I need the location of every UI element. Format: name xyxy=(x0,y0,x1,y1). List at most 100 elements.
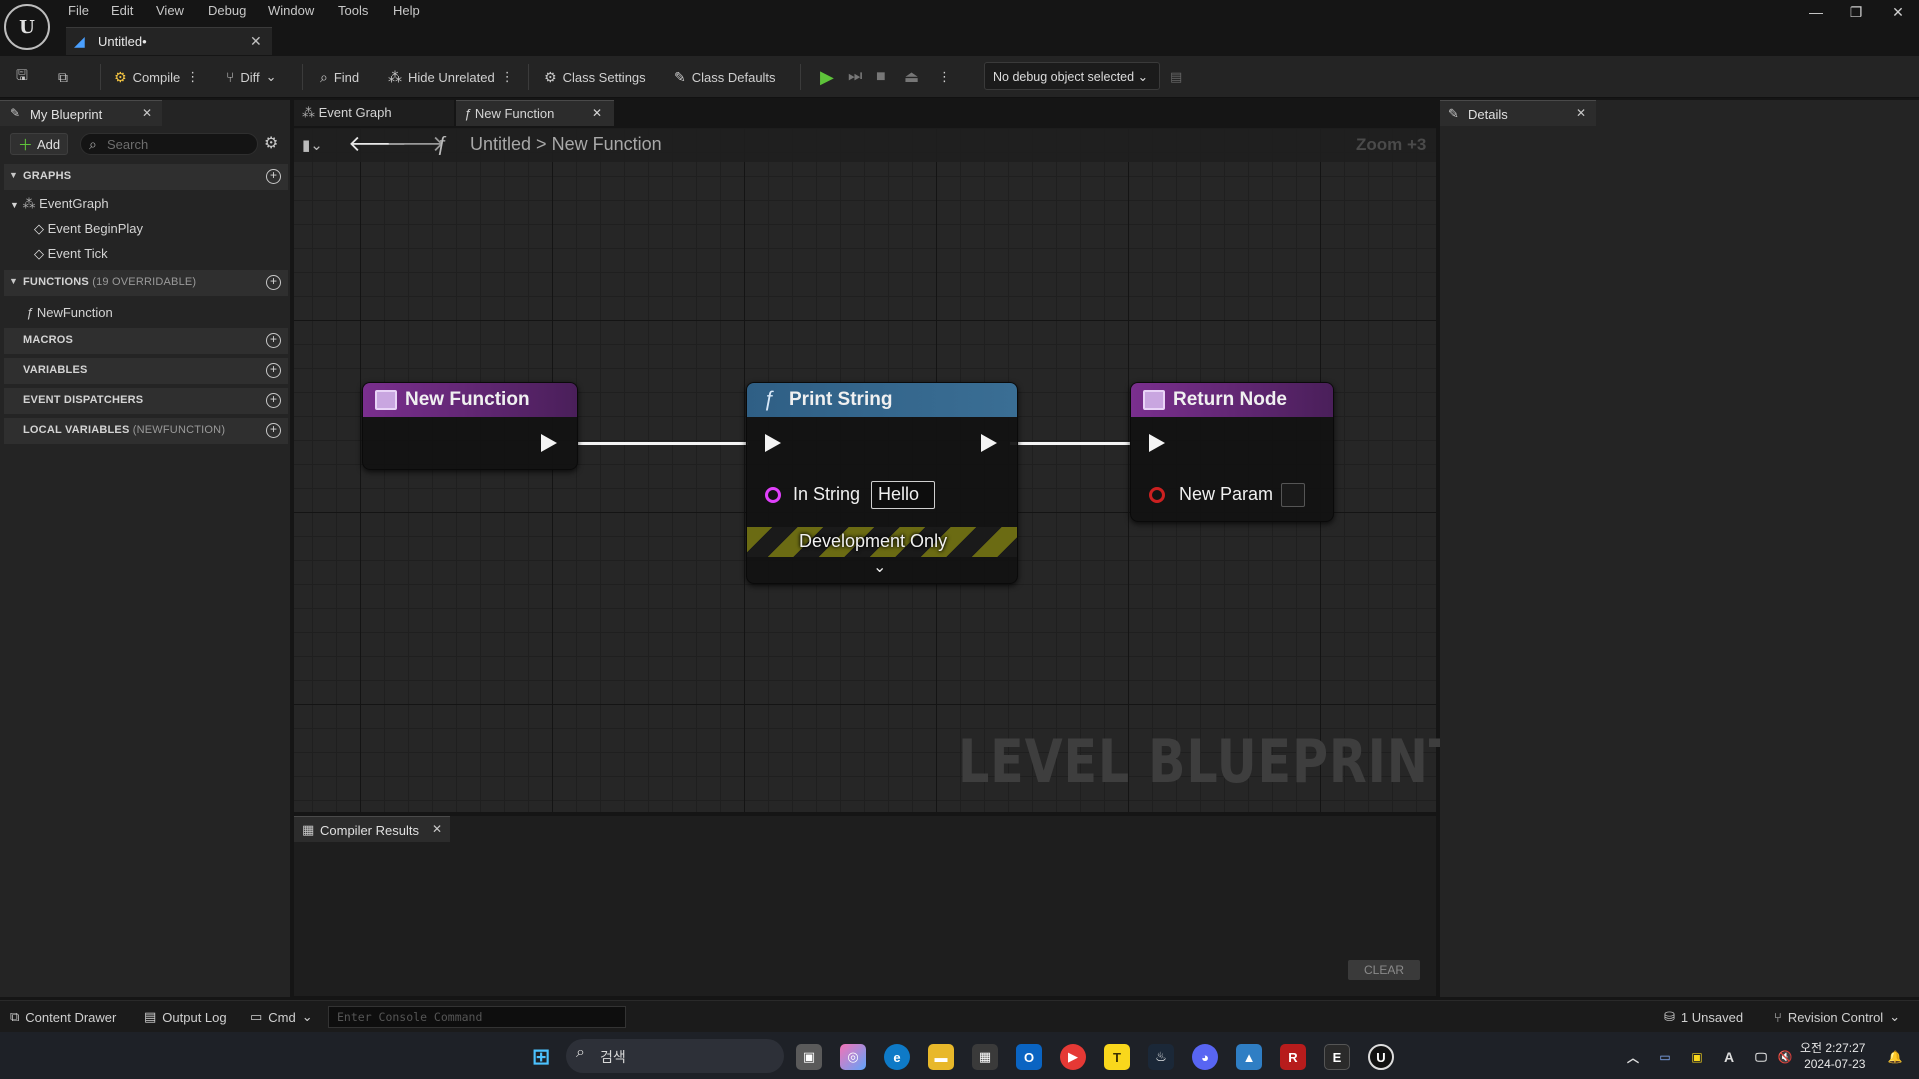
exec-output-pin-icon[interactable] xyxy=(541,434,557,452)
epic-games-icon[interactable]: E xyxy=(1324,1044,1350,1070)
step-button[interactable]: ⏭ xyxy=(848,66,862,88)
system-clock[interactable]: 오전 2:27:27 2024-07-23 xyxy=(1800,1040,1865,1072)
more-icon[interactable]: ⋮ xyxy=(501,69,514,85)
add-button[interactable]: ＋ Add xyxy=(10,133,68,155)
search-input[interactable]: ⌕ Search xyxy=(80,133,258,155)
exec-input-pin-icon[interactable] xyxy=(1149,434,1165,452)
hide-unrelated-button[interactable]: ⁂ Hide Unrelated ⋮ xyxy=(388,66,514,88)
unsaved-button[interactable]: ⛁ 1 Unsaved xyxy=(1664,1009,1743,1025)
class-settings-button[interactable]: ⚙ Class Settings xyxy=(544,66,646,88)
restore-button[interactable]: ❐ xyxy=(1836,0,1876,24)
photos-icon[interactable]: ▲ xyxy=(1236,1044,1262,1070)
task-view-icon[interactable]: ▣ xyxy=(796,1044,822,1070)
tab-new-function[interactable]: ƒ New Function ✕ xyxy=(456,100,614,126)
more-icon[interactable]: ⋮ xyxy=(186,69,199,85)
add-dispatcher-icon[interactable]: + xyxy=(266,393,281,408)
in-string-input[interactable]: Hello xyxy=(871,481,935,509)
tab-compiler-results[interactable]: ▦ Compiler Results ✕ xyxy=(294,816,450,842)
bookmark-icon[interactable]: ▮⌄ xyxy=(302,136,323,154)
new-param-checkbox[interactable] xyxy=(1281,483,1305,507)
compile-button[interactable]: ⚙ Compile ⋮ xyxy=(114,66,199,88)
close-icon[interactable]: ✕ xyxy=(432,822,442,836)
find-button[interactable]: ⌕ Find xyxy=(320,66,359,88)
menu-edit[interactable]: Edit xyxy=(111,3,133,21)
exec-input-pin-icon[interactable] xyxy=(765,434,781,452)
add-local-variable-icon[interactable]: + xyxy=(266,423,281,438)
output-log-button[interactable]: ▤ Output Log xyxy=(144,1009,227,1025)
tree-item-event-tick[interactable]: ◇ Event Tick xyxy=(34,246,108,262)
notification-bell-icon[interactable]: 🔔 xyxy=(1882,1044,1908,1070)
close-icon[interactable]: ✕ xyxy=(592,106,602,120)
tree-item-event-beginplay[interactable]: ◇ Event BeginPlay xyxy=(34,221,143,237)
tree-item-eventgraph[interactable]: ▼ ⁂ EventGraph xyxy=(10,196,109,212)
bool-pin-icon[interactable] xyxy=(1149,487,1165,503)
clear-button[interactable]: CLEAR xyxy=(1348,960,1420,980)
breadcrumb-current[interactable]: New Function xyxy=(552,134,662,154)
class-defaults-button[interactable]: ✎ Class Defaults xyxy=(674,66,776,88)
console-command-input[interactable]: Enter Console Command xyxy=(328,1006,626,1028)
add-function-icon[interactable]: + xyxy=(266,275,281,290)
edge-icon[interactable]: e xyxy=(884,1044,910,1070)
node-print-string[interactable]: ƒ Print String In String Hello Developme… xyxy=(746,382,1018,584)
speaker-muted-icon[interactable]: 🔇 xyxy=(1772,1044,1798,1070)
tray-kakao-icon[interactable]: ▣ xyxy=(1684,1044,1710,1070)
chevron-up-icon[interactable]: ︿ xyxy=(1620,1044,1646,1070)
eject-button[interactable]: ⏏ xyxy=(904,66,919,88)
media-player-icon[interactable]: ▶ xyxy=(1060,1044,1086,1070)
close-icon[interactable]: ✕ xyxy=(1576,106,1586,120)
microsoft-store-icon[interactable]: ▦ xyxy=(972,1044,998,1070)
close-window-button[interactable]: ✕ xyxy=(1878,0,1918,24)
node-return[interactable]: Return Node New Param xyxy=(1130,382,1334,522)
ime-icon[interactable]: A xyxy=(1716,1044,1742,1070)
close-icon[interactable]: ✕ xyxy=(250,33,262,50)
section-functions[interactable]: ▼ FUNCTIONS (19 OVERRIDABLE) + xyxy=(4,270,288,296)
steam-icon[interactable]: ♨ xyxy=(1148,1044,1174,1070)
section-event-dispatchers[interactable]: EVENT DISPATCHERS + xyxy=(4,388,288,414)
discord-icon[interactable]: ◕ xyxy=(1192,1044,1218,1070)
tab-details[interactable]: ✎ Details ✕ xyxy=(1440,100,1596,126)
file-explorer-icon[interactable]: ▬ xyxy=(928,1044,954,1070)
chevron-down-icon[interactable]: ⌄ xyxy=(873,557,886,577)
outlook-icon[interactable]: O xyxy=(1016,1044,1042,1070)
node-new-function-entry[interactable]: New Function xyxy=(362,382,578,470)
debug-object-select[interactable]: No debug object selected ⌄ xyxy=(984,62,1160,90)
menu-file[interactable]: File xyxy=(68,3,89,21)
close-icon[interactable]: ✕ xyxy=(142,106,152,120)
rd-app-icon[interactable]: R xyxy=(1280,1044,1306,1070)
diff-button[interactable]: ⑂ Diff ⌄ xyxy=(226,66,277,88)
add-graph-icon[interactable]: + xyxy=(266,169,281,184)
menu-window[interactable]: Window xyxy=(268,3,314,21)
add-macro-icon[interactable]: + xyxy=(266,333,281,348)
content-drawer-button[interactable]: ⧉ Content Drawer xyxy=(10,1009,116,1025)
tab-event-graph[interactable]: ⁂ Event Graph xyxy=(294,100,454,126)
add-variable-icon[interactable]: + xyxy=(266,363,281,378)
unreal-logo-icon[interactable]: U xyxy=(4,4,50,50)
stop-button[interactable]: ■ xyxy=(876,66,886,88)
section-graphs[interactable]: ▼ GRAPHS + xyxy=(4,164,288,190)
cmd-button[interactable]: ▭ Cmd ⌄ xyxy=(250,1009,313,1025)
kakaotalk-icon[interactable]: T xyxy=(1104,1044,1130,1070)
tray-app-icon[interactable]: ▭ xyxy=(1652,1044,1678,1070)
section-macros[interactable]: MACROS + xyxy=(4,328,288,354)
menu-debug[interactable]: Debug xyxy=(208,3,246,21)
menu-tools[interactable]: Tools xyxy=(338,3,368,21)
windows-start-icon[interactable]: ⊞ xyxy=(528,1044,554,1070)
menu-help[interactable]: Help xyxy=(393,3,420,21)
network-icon[interactable]: 🖵 xyxy=(1748,1044,1774,1070)
breadcrumb-root[interactable]: Untitled xyxy=(470,134,531,154)
copilot-icon[interactable]: ◎ xyxy=(840,1044,866,1070)
menu-view[interactable]: View xyxy=(156,3,184,21)
document-tab-untitled[interactable]: ◢ Untitled• ✕ xyxy=(66,27,272,55)
section-local-variables[interactable]: LOCAL VARIABLES (NEWFUNCTION) + xyxy=(4,418,288,444)
revision-control-button[interactable]: ⑂ Revision Control ⌄ xyxy=(1774,1009,1900,1025)
browse-icon[interactable]: ⧉ xyxy=(58,66,68,88)
debug-filter-icon[interactable]: ▤ xyxy=(1170,66,1182,88)
section-variables[interactable]: VARIABLES + xyxy=(4,358,288,384)
minimize-button[interactable]: — xyxy=(1796,0,1836,24)
string-pin-icon[interactable] xyxy=(765,487,781,503)
taskbar-search[interactable]: ⌕ 검색 xyxy=(566,1039,784,1073)
settings-gear-icon[interactable]: ⚙ xyxy=(264,133,278,153)
play-button[interactable]: ▶ xyxy=(820,66,834,88)
exec-output-pin-icon[interactable] xyxy=(981,434,997,452)
unreal-engine-taskbar-icon[interactable]: U xyxy=(1368,1044,1394,1070)
